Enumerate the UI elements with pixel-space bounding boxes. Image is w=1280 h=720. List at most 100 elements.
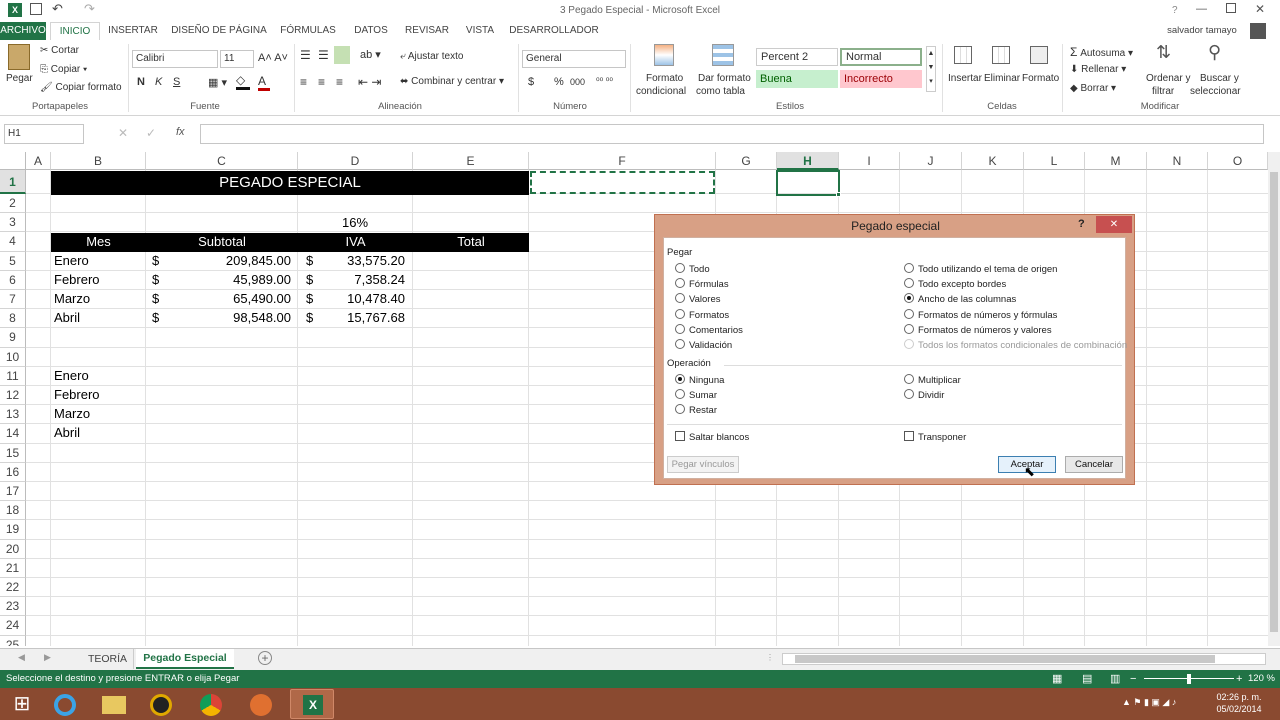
row-header-6[interactable]: 6: [0, 270, 26, 290]
row-header-16[interactable]: 16: [0, 462, 26, 482]
paste-option-left-3[interactable]: Formatos: [675, 308, 729, 321]
page-break-icon[interactable]: ▥: [1110, 670, 1120, 688]
row-header-9[interactable]: 9: [0, 328, 26, 348]
tab-desarrollador[interactable]: DESARROLLADOR: [508, 22, 600, 40]
row-header-22[interactable]: 22: [0, 578, 26, 598]
header-mes[interactable]: Mes: [51, 234, 146, 249]
cond-format-label-1[interactable]: Formato: [646, 73, 683, 84]
find-label-1[interactable]: Buscar y: [1200, 73, 1239, 84]
tab-insertar[interactable]: INSERTAR: [104, 22, 162, 40]
page-layout-icon[interactable]: ▤: [1082, 670, 1092, 688]
subtotal-cell[interactable]: 65,490.00: [160, 291, 291, 306]
paste-option-left-4[interactable]: Comentarios: [675, 323, 743, 336]
tab-formulas[interactable]: FÓRMULAS: [276, 22, 340, 40]
row-header-3[interactable]: 3: [0, 213, 26, 233]
redo-icon[interactable]: ↷: [84, 1, 95, 17]
insert-function-button[interactable]: fx: [176, 126, 185, 138]
restore-button[interactable]: [1226, 3, 1236, 13]
sheet-menu-icon[interactable]: ⋮: [766, 653, 774, 662]
fill-button[interactable]: ⬇ Rellenar ▾: [1070, 64, 1126, 75]
as-table-label-2[interactable]: como tabla: [696, 86, 745, 97]
rate-cell[interactable]: 16%: [298, 215, 412, 230]
formula-input[interactable]: [200, 124, 1264, 144]
column-header-a[interactable]: A: [26, 152, 51, 170]
sort-label-2[interactable]: filtrar: [1152, 86, 1174, 97]
column-header-g[interactable]: G: [716, 152, 777, 170]
row-header-14[interactable]: 14: [0, 424, 26, 444]
paste-option-left-0[interactable]: Todo: [675, 263, 710, 275]
help-icon[interactable]: ?: [1172, 5, 1178, 16]
tab-archivo[interactable]: ARCHIVO: [0, 22, 46, 40]
excel-taskbar-icon[interactable]: X: [290, 689, 334, 719]
user-avatar[interactable]: [1250, 23, 1266, 39]
column-header-b[interactable]: B: [51, 152, 146, 170]
indent-icon[interactable]: ⇤ ⇥: [358, 75, 381, 89]
subtotal-cell[interactable]: 209,845.00: [160, 253, 291, 268]
font-color-icon[interactable]: A: [258, 74, 270, 91]
confirm-formula-icon[interactable]: ✓: [146, 126, 156, 140]
scroll-thumb[interactable]: [1270, 172, 1278, 632]
binoculars-icon[interactable]: ⚲: [1208, 42, 1221, 63]
paste-option-left-1[interactable]: Fórmulas: [675, 278, 729, 290]
as-table-label-1[interactable]: Dar formato: [698, 73, 751, 84]
skip-blanks-checkbox[interactable]: Saltar blancos: [675, 431, 749, 443]
select-all-corner[interactable]: [0, 152, 26, 170]
row-header-4[interactable]: 4: [0, 232, 26, 252]
paste-option-right-0[interactable]: Todo utilizando el tema de origen: [904, 263, 1057, 275]
row-header-10[interactable]: 10: [0, 347, 26, 367]
number-format-select[interactable]: General: [522, 50, 626, 68]
align-right-icon[interactable]: ≡: [336, 75, 343, 89]
column-header-c[interactable]: C: [146, 152, 298, 170]
horizontal-scrollbar[interactable]: [782, 653, 1266, 665]
operation-option-right-1[interactable]: Dividir: [904, 389, 944, 401]
align-bottom-icon[interactable]: [334, 46, 350, 64]
minimize-button[interactable]: —: [1196, 3, 1207, 15]
column-header-e[interactable]: E: [413, 152, 529, 170]
column-header-k[interactable]: K: [962, 152, 1024, 170]
tab-inicio[interactable]: INICIO: [50, 22, 100, 40]
styles-scroll[interactable]: ▲ ▼ ▾: [926, 46, 936, 92]
month-copy-cell[interactable]: Abril: [54, 425, 144, 440]
format-cells-icon[interactable]: [1030, 46, 1048, 64]
row-header-1[interactable]: 1: [0, 170, 26, 194]
style-normal[interactable]: Normal: [840, 48, 922, 66]
find-label-2[interactable]: seleccionar: [1190, 86, 1241, 97]
paste-option-right-2[interactable]: Ancho de las columnas: [904, 293, 1016, 305]
operation-option-left-0[interactable]: Ninguna: [675, 374, 724, 386]
cancel-button[interactable]: Cancelar: [1065, 456, 1123, 473]
save-icon[interactable]: [30, 3, 42, 15]
header-total[interactable]: Total: [413, 234, 529, 249]
active-cell[interactable]: [776, 170, 840, 196]
column-header-n[interactable]: N: [1147, 152, 1208, 170]
explorer-icon[interactable]: [92, 689, 136, 719]
month-cell[interactable]: Abril: [54, 310, 144, 325]
add-sheet-button[interactable]: +: [258, 651, 272, 665]
sheet-tab-teoria[interactable]: TEORÍA: [82, 649, 134, 669]
grow-font-icon[interactable]: A˄ A˅: [258, 52, 288, 64]
zoom-in-icon[interactable]: +: [1236, 670, 1242, 688]
month-copy-cell[interactable]: Marzo: [54, 406, 144, 421]
h-scroll-thumb[interactable]: [795, 655, 1215, 663]
close-window-button[interactable]: ✕: [1255, 2, 1265, 16]
sheet-title-cell[interactable]: PEGADO ESPECIAL: [51, 171, 529, 195]
zoom-out-icon[interactable]: −: [1130, 670, 1136, 688]
tab-revisar[interactable]: REVISAR: [402, 22, 452, 40]
media-icon[interactable]: [140, 689, 184, 719]
clock[interactable]: 02:26 p. m. 05/02/2014: [1212, 691, 1266, 715]
subtotal-cell[interactable]: 45,989.00: [160, 272, 291, 287]
paste-button[interactable]: Pegar: [6, 73, 33, 84]
paste-option-left-2[interactable]: Valores: [675, 293, 721, 305]
clear-button[interactable]: ◆ Borrar ▾: [1070, 83, 1116, 94]
tab-diseno[interactable]: DISEÑO DE PÁGINA: [170, 22, 268, 40]
bold-button[interactable]: N: [137, 76, 145, 88]
column-header-h[interactable]: H: [777, 152, 839, 170]
tab-datos[interactable]: DATOS: [346, 22, 396, 40]
align-middle-icon[interactable]: ☰: [318, 48, 329, 62]
cut-button[interactable]: ✂ Cortar: [40, 45, 79, 56]
italic-button[interactable]: K: [155, 76, 162, 88]
dialog-close-button[interactable]: ✕: [1096, 216, 1132, 233]
row-header-24[interactable]: 24: [0, 616, 26, 636]
month-copy-cell[interactable]: Enero: [54, 368, 144, 383]
month-cell[interactable]: Marzo: [54, 291, 144, 306]
align-top-icon[interactable]: ☰: [300, 48, 311, 62]
